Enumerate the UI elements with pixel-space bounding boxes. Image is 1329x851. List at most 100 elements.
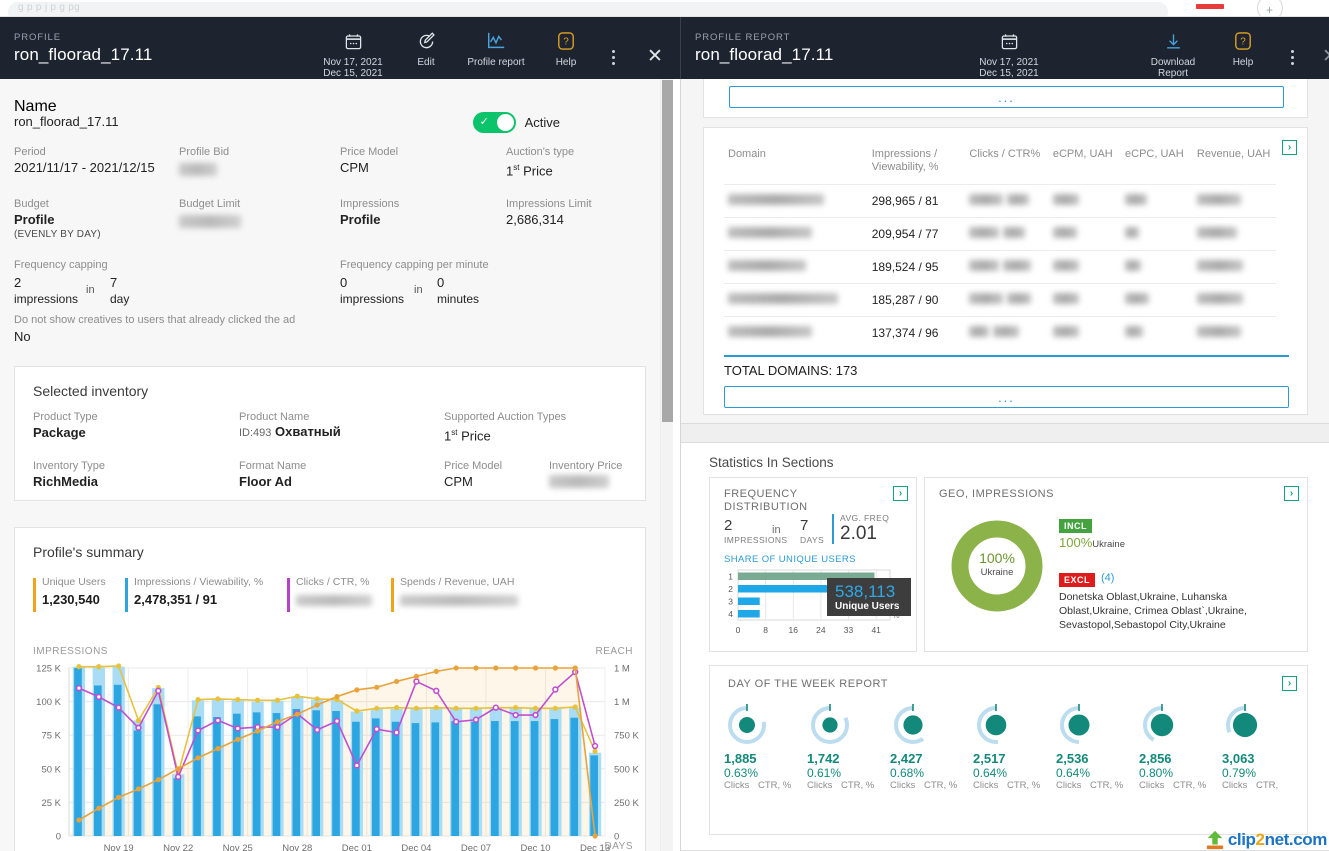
cell-clicks-ctr: [965, 218, 1048, 251]
profile-bid-label: Profile Bid: [179, 145, 229, 159]
report-help-label: Help: [1204, 57, 1282, 68]
edit-label: Edit: [387, 57, 465, 68]
day-clicks-value: 2,536: [1056, 751, 1144, 766]
share-unique-users-link[interactable]: SHARE OF UNIQUE USERS: [724, 554, 856, 565]
cell-domain: [724, 251, 868, 284]
cell-ecpm: [1049, 185, 1121, 218]
col-clicks-ctr[interactable]: Clicks / CTR%: [965, 140, 1048, 185]
donut-icon: [1139, 700, 1185, 746]
period-value: 2021/11/17 - 2021/12/15: [14, 159, 155, 176]
period-label: Period: [14, 145, 46, 159]
frequency-title: FREQUENCY DISTRIBUTION: [724, 488, 808, 514]
day-of-week-item[interactable]: 2,5170.64%ClicksCTR, %: [973, 700, 1061, 791]
table-row[interactable]: 189,524 / 95: [724, 251, 1276, 284]
svg-text:750 K: 750 K: [614, 731, 639, 742]
day-of-week-item[interactable]: 2,5360.64%ClicksCTR, %: [1056, 700, 1144, 791]
day-of-week-item[interactable]: 3,0630.79%ClicksCTR,: [1222, 700, 1310, 791]
cell-clicks-ctr: [965, 284, 1048, 317]
total-domains-label: TOTAL DOMAINS: 173: [724, 363, 857, 378]
svg-text:24: 24: [816, 625, 826, 635]
svg-text:50 K: 50 K: [41, 764, 61, 775]
svg-text:8: 8: [763, 625, 768, 635]
date-range-button[interactable]: Nov 17, 2021 Dec 15, 2021: [314, 28, 392, 79]
fcap-min-minutes: 0: [437, 274, 444, 291]
domains-expand-icon[interactable]: ›: [1282, 140, 1297, 155]
day-of-week-item[interactable]: 1,7420.61%ClicksCTR, %: [807, 700, 895, 791]
metric-clicks-ctr: Clicks / CTR, %: [287, 576, 372, 607]
table-row[interactable]: 298,965 / 81: [724, 185, 1276, 218]
format-name-label: Format Name: [239, 459, 306, 473]
inventory-price-value: [549, 473, 609, 491]
impressions-limit-value: 2,686,314: [506, 211, 564, 228]
calendar-icon: [314, 28, 392, 54]
left-more-options-icon[interactable]: [612, 50, 615, 65]
day-of-week-item[interactable]: 2,4270.68%ClicksCTR, %: [890, 700, 978, 791]
donut-icon: [1056, 700, 1102, 746]
donut-icon: [724, 700, 770, 746]
table-row[interactable]: 185,287 / 90: [724, 284, 1276, 317]
col-domain[interactable]: Domain: [724, 140, 868, 185]
statistics-section-title: Statistics In Sections: [709, 455, 834, 470]
right-more-options-icon[interactable]: [1291, 50, 1294, 65]
day-of-week-item[interactable]: 1,8850.63%ClicksCTR, %: [724, 700, 812, 791]
profile-summary-card: Profile's summary Unique Users 1,230,540…: [14, 527, 646, 851]
profile-report-button[interactable]: Profile report: [457, 28, 535, 68]
day-of-week-item[interactable]: 2,8560.80%ClicksCTR, %: [1139, 700, 1227, 791]
upper-expand-dots[interactable]: ...: [729, 86, 1284, 108]
day-clicks-value: 3,063: [1222, 751, 1310, 766]
domains-table-card: › Domain Impressions / Viewability, % Cl…: [703, 127, 1308, 415]
upload-arrow-icon: [1204, 830, 1226, 850]
chart-svg: 025 K50 K75 K100 K125 K0250 K500 K750 K1…: [15, 660, 647, 851]
geo-donut-pct: 100%: [965, 550, 1029, 566]
active-toggle-group[interactable]: ✓ Active: [473, 112, 560, 133]
cell-ecpm: [1049, 218, 1121, 251]
upper-report-card: ...: [703, 79, 1308, 118]
cell-clicks-ctr: [965, 251, 1048, 284]
edit-pencil-icon: [387, 28, 465, 54]
day-of-week-expand-icon[interactable]: ›: [1282, 676, 1297, 691]
col-impressions-viewability[interactable]: Impressions / Viewability, %: [868, 140, 966, 185]
right-header-title: ron_floorad_17.11: [695, 45, 833, 65]
cell-domain: [724, 284, 868, 317]
report-help-button[interactable]: ? Help: [1204, 28, 1282, 68]
wm-mid: 2: [1256, 830, 1265, 849]
report-date-line1: Nov 17, 2021: [970, 57, 1048, 68]
table-row[interactable]: 209,954 / 77: [724, 218, 1276, 251]
fcap-min-impressions: 0: [340, 274, 347, 291]
price-model-value: CPM: [340, 159, 369, 176]
day-ctr-value: 0.64%: [1056, 766, 1144, 780]
active-toggle[interactable]: ✓: [473, 112, 516, 133]
geo-excl-count[interactable]: (4): [1101, 572, 1114, 584]
geo-impressions-card: › GEO, IMPRESSIONS 100% Ukraine INCL 100…: [924, 477, 1308, 652]
day-of-week-card: › DAY OF THE WEEK REPORT 1,8850.63%Click…: [709, 665, 1308, 835]
avg-freq-rule: [832, 514, 834, 544]
cell-revenue: [1193, 251, 1276, 284]
right-close-icon[interactable]: ✕: [1322, 47, 1329, 66]
left-panel-scrollbar[interactable]: [660, 79, 673, 851]
download-report-button[interactable]: Download Report: [1134, 28, 1212, 79]
frequency-capping-days-unit: day: [110, 291, 129, 308]
browser-extension-indicator[interactable]: [1196, 4, 1224, 9]
donut-icon: [973, 700, 1019, 746]
domains-table-head: Domain Impressions / Viewability, % Clic…: [724, 140, 1276, 185]
scrollbar-thumb[interactable]: [662, 80, 673, 422]
help-button[interactable]: ? Help: [527, 28, 605, 68]
close-icon[interactable]: ✕: [647, 47, 663, 66]
svg-text:0: 0: [56, 832, 61, 843]
address-bar[interactable]: [8, 2, 1168, 17]
col-ecpm[interactable]: eCPM, UAH: [1049, 140, 1121, 185]
geo-expand-icon[interactable]: ›: [1284, 486, 1299, 501]
cell-domain: [724, 218, 868, 251]
domains-expand-dots[interactable]: ...: [724, 386, 1289, 408]
table-row[interactable]: 137,374 / 96: [724, 317, 1276, 350]
impressions-reach-chart[interactable]: IMPRESSIONS REACH DAYS 025 K50 K75 K100 …: [15, 646, 647, 851]
edit-button[interactable]: Edit: [387, 28, 465, 68]
svg-text:500 K: 500 K: [614, 764, 639, 775]
profile-summary-title: Profile's summary: [33, 544, 144, 560]
report-date-range-button[interactable]: Nov 17, 2021 Dec 15, 2021: [970, 28, 1048, 79]
add-profile-icon[interactable]: +: [1266, 3, 1273, 17]
col-ecpc[interactable]: eCPC, UAH: [1121, 140, 1193, 185]
col-revenue[interactable]: Revenue, UAH: [1193, 140, 1276, 185]
frequency-expand-icon[interactable]: ›: [893, 486, 908, 501]
noshow-value: No: [14, 328, 31, 345]
